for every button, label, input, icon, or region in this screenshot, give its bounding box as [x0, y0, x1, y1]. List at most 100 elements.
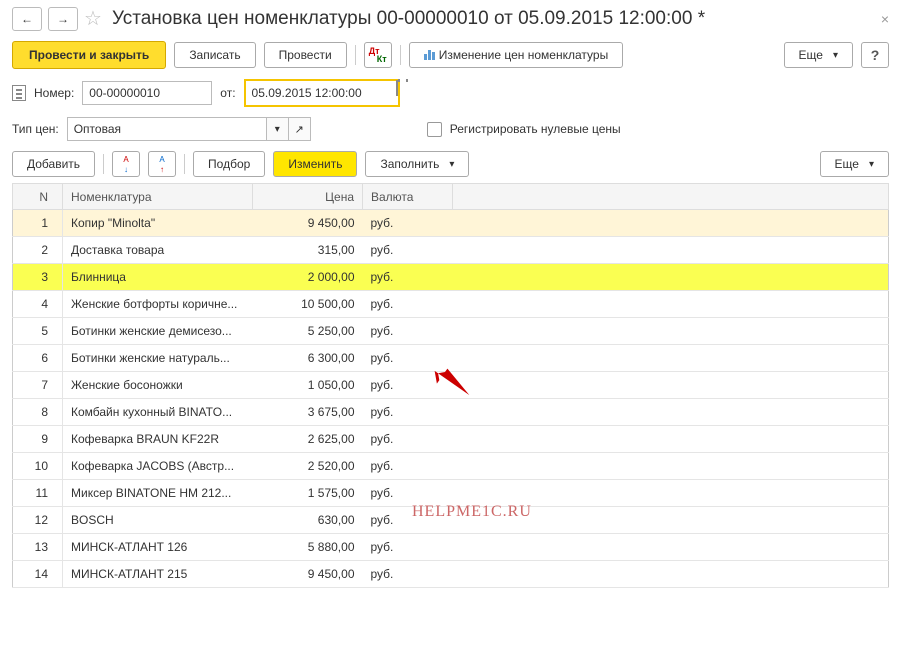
cell-spacer [453, 426, 889, 453]
cell-price: 630,00 [253, 507, 363, 534]
input-value: Оптовая [74, 122, 121, 136]
table-row[interactable]: 12BOSCH630,00руб. [13, 507, 889, 534]
col-name[interactable]: Номенклатура [63, 184, 253, 210]
cell-n: 4 [13, 291, 63, 318]
sort-asc-button[interactable]: A↓ [112, 151, 140, 177]
add-button[interactable]: Добавить [12, 151, 95, 177]
sort-desc-button[interactable]: A↑ [148, 151, 176, 177]
cell-name: Кофеварка BRAUN KF22R [63, 426, 253, 453]
table-more-button[interactable]: Еще [820, 151, 889, 177]
cell-spacer [453, 237, 889, 264]
pick-button[interactable]: Подбор [193, 151, 265, 177]
cell-price: 9 450,00 [253, 210, 363, 237]
cell-price: 1 050,00 [253, 372, 363, 399]
number-input[interactable]: 00-00000010 [82, 81, 212, 105]
price-change-report-button[interactable]: Изменение цен номенклатуры [409, 42, 624, 68]
sort-desc-icon: A↑ [159, 155, 164, 174]
star-icon[interactable]: ☆ [84, 6, 102, 31]
change-button[interactable]: Изменить [273, 151, 357, 177]
cell-n: 6 [13, 345, 63, 372]
table-row[interactable]: 7Женские босоножки1 050,00руб. [13, 372, 889, 399]
more-button[interactable]: Еще [784, 42, 853, 68]
cell-price: 10 500,00 [253, 291, 363, 318]
table-row[interactable]: 14МИНСК-АТЛАНТ 2159 450,00руб. [13, 561, 889, 588]
table-row[interactable]: 6Ботинки женские натураль...6 300,00руб. [13, 345, 889, 372]
cell-price: 5 250,00 [253, 318, 363, 345]
calendar-button[interactable] [396, 81, 398, 105]
write-button[interactable]: Записать [174, 42, 255, 68]
register-zero-checkbox[interactable] [427, 122, 442, 137]
page-title: Установка цен номенклатуры 00-00000010 о… [112, 8, 705, 30]
col-n[interactable]: N [13, 184, 63, 210]
cell-spacer [453, 318, 889, 345]
cell-price: 2 520,00 [253, 453, 363, 480]
table-header-row: N Номенклатура Цена Валюта [13, 184, 889, 210]
cell-currency: руб. [363, 291, 453, 318]
chevron-down-icon: ▾ [275, 124, 280, 135]
cell-price: 2 625,00 [253, 426, 363, 453]
date-input[interactable]: 05.09.2015 12:00:00 [246, 81, 396, 105]
cell-name: Комбайн кухонный BINATO... [63, 399, 253, 426]
cell-n: 1 [13, 210, 63, 237]
cell-currency: руб. [363, 264, 453, 291]
document-icon [12, 85, 26, 101]
dropdown-button[interactable]: ▾ [267, 117, 289, 141]
cell-spacer [453, 507, 889, 534]
separator [355, 45, 356, 65]
arrow-left-icon: ← [21, 12, 33, 26]
cell-price: 315,00 [253, 237, 363, 264]
cell-name: Миксер BINATONE HM 212... [63, 480, 253, 507]
open-icon: ↗ [295, 123, 304, 136]
input-value: 05.09.2015 12:00:00 [252, 86, 362, 100]
cell-spacer [453, 291, 889, 318]
cell-price: 6 300,00 [253, 345, 363, 372]
col-spacer [453, 184, 889, 210]
cell-price: 5 880,00 [253, 534, 363, 561]
table-row[interactable]: 1Копир "Minolta"9 450,00руб. [13, 210, 889, 237]
cell-currency: руб. [363, 507, 453, 534]
cell-name: МИНСК-АТЛАНТ 126 [63, 534, 253, 561]
cell-currency: руб. [363, 399, 453, 426]
cell-n: 13 [13, 534, 63, 561]
cell-name: Женские ботфорты коричне... [63, 291, 253, 318]
debit-credit-icon: ДтКт [369, 47, 387, 63]
table-row[interactable]: 9Кофеварка BRAUN KF22R2 625,00руб. [13, 426, 889, 453]
back-button[interactable]: ← [12, 7, 42, 31]
separator [103, 154, 104, 174]
cell-currency: руб. [363, 453, 453, 480]
table-row[interactable]: 13МИНСК-АТЛАНТ 1265 880,00руб. [13, 534, 889, 561]
table-row[interactable]: 11Миксер BINATONE HM 212...1 575,00руб. [13, 480, 889, 507]
cell-currency: руб. [363, 480, 453, 507]
table-row[interactable]: 3Блинница2 000,00руб. [13, 264, 889, 291]
cell-name: Ботинки женские демисезо... [63, 318, 253, 345]
open-reference-button[interactable]: ↗ [289, 117, 311, 141]
table-row[interactable]: 4Женские ботфорты коричне...10 500,00руб… [13, 291, 889, 318]
help-button[interactable]: ? [861, 42, 889, 68]
cell-spacer [453, 264, 889, 291]
cell-price: 1 575,00 [253, 480, 363, 507]
close-icon[interactable]: × [881, 11, 889, 27]
forward-button[interactable]: → [48, 7, 78, 31]
col-price[interactable]: Цена [253, 184, 363, 210]
table-row[interactable]: 5Ботинки женские демисезо...5 250,00руб. [13, 318, 889, 345]
fill-button[interactable]: Заполнить [365, 151, 469, 177]
cell-name: Кофеварка JACOBS (Австр... [63, 453, 253, 480]
cell-n: 9 [13, 426, 63, 453]
table-row[interactable]: 8Комбайн кухонный BINATO...3 675,00руб. [13, 399, 889, 426]
post-button[interactable]: Провести [264, 42, 347, 68]
cell-name: Ботинки женские натураль... [63, 345, 253, 372]
price-type-input[interactable]: Оптовая [67, 117, 267, 141]
cell-n: 3 [13, 264, 63, 291]
cell-name: BOSCH [63, 507, 253, 534]
post-and-close-button[interactable]: Провести и закрыть [12, 41, 166, 69]
table-row[interactable]: 10Кофеварка JACOBS (Австр...2 520,00руб. [13, 453, 889, 480]
cell-name: Блинница [63, 264, 253, 291]
col-currency[interactable]: Валюта [363, 184, 453, 210]
cell-spacer [453, 372, 889, 399]
separator [184, 154, 185, 174]
cell-n: 12 [13, 507, 63, 534]
calendar-icon [396, 80, 398, 96]
input-value: 00-00000010 [89, 86, 160, 100]
debit-credit-button[interactable]: ДтКт [364, 42, 392, 68]
table-row[interactable]: 2Доставка товара315,00руб. [13, 237, 889, 264]
